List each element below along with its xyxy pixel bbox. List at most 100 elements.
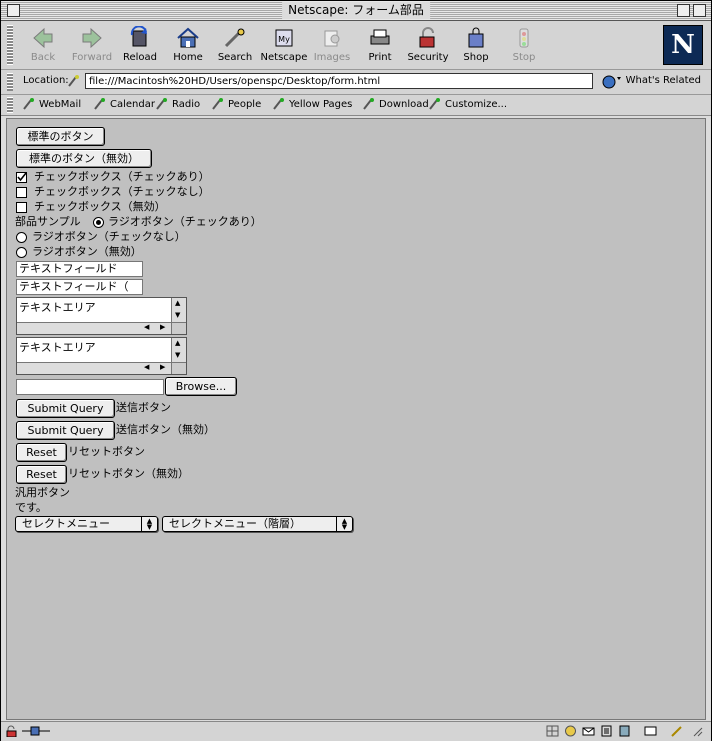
bookmark-yellow-pages[interactable]: Yellow Pages [273,98,352,110]
text-area-hscrollbar[interactable]: ◀ ▶ [17,322,172,334]
reset-button[interactable]: Reset [16,443,67,462]
radio-disabled-label: ラジオボタン（無効） [32,245,142,258]
location-bar: Location: file:///Macintosh%20HD/Users/o… [1,70,711,95]
scroll-left-arrow-icon[interactable]: ◀ [144,323,149,332]
bookmark-people[interactable]: People [212,98,261,110]
scroll-left-arrow-icon[interactable]: ◀ [144,363,149,372]
scroll-right-arrow-icon[interactable]: ▶ [160,363,165,372]
home-icon [177,27,199,48]
print-button[interactable]: Print [356,25,404,67]
scroll-down-arrow-icon[interactable]: ▼ [175,311,180,320]
window-title: Netscape: フォーム部品 [282,2,430,19]
standard-button-disabled[interactable]: 標準のボタン（無効） [16,149,152,168]
bookmark-icon [273,98,284,110]
select-arrows-icon: ▲ ▼ [336,517,352,531]
bookmark-label: Radio [172,99,201,110]
composer-component-icon[interactable] [600,725,613,737]
personal-grip[interactable] [7,97,13,113]
svg-text:My: My [278,35,290,44]
back-label: Back [30,52,56,63]
page-proxy-icon[interactable] [67,74,81,88]
stop-icon [519,28,529,48]
images-icon [324,30,340,47]
text-area-corner [171,322,186,334]
select-menu-value: セレクトメニュー [22,517,110,530]
reload-button[interactable]: Reload [116,25,164,67]
bookmark-download[interactable]: Download [363,98,429,110]
scroll-down-arrow-icon[interactable]: ▼ [175,351,180,360]
bookmark-webmail[interactable]: WebMail [23,98,81,110]
netscape-logo[interactable]: N [663,25,703,65]
reset-button-disabled[interactable]: Reset [16,465,67,484]
location-grip[interactable] [7,73,13,91]
checkbox-disabled-label: チェックボックス（無効） [34,200,166,213]
search-button[interactable]: Search [211,25,259,67]
text-area-disabled-hscrollbar[interactable]: ◀ ▶ [17,362,172,374]
select-menu-hierarchical[interactable]: セレクトメニュー（階層） ▲ ▼ [162,516,353,532]
stop-button[interactable]: Stop [500,25,548,67]
whats-related-icon[interactable] [601,74,621,89]
radio-unchecked[interactable] [16,232,27,243]
bookmark-calendar[interactable]: Calendar [94,98,155,110]
radio-checked-label: ラジオボタン（チェックあり） [108,215,262,228]
resize-grip-icon[interactable] [691,725,704,737]
radio-checked[interactable] [93,217,104,228]
grid-status-icon[interactable] [546,725,559,737]
images-button[interactable]: Images [308,25,356,67]
forward-button[interactable]: Forward [68,25,116,67]
text-field[interactable]: テキストフィールド [16,261,143,277]
navigator-component-icon[interactable] [564,725,577,737]
scroll-up-arrow-icon[interactable]: ▲ [175,299,180,308]
mail-component-icon[interactable] [582,725,595,737]
back-button[interactable]: Back [19,25,67,67]
security-button[interactable]: Security [404,25,452,67]
bookmark-label: Calendar [110,99,155,110]
zoom-box-icon[interactable] [677,4,690,17]
bookmark-customize[interactable]: Customize... [429,98,507,110]
scroll-right-arrow-icon[interactable]: ▶ [160,323,165,332]
close-box-icon[interactable] [7,4,20,17]
radio-disabled[interactable] [16,247,27,258]
checkbox-disabled[interactable] [16,202,27,213]
bookmark-icon [429,98,440,110]
edit-pencil-icon[interactable] [670,725,683,737]
netscape-label: Netscape [260,52,308,63]
checkbox-unchecked-label: チェックボックス（チェックなし） [34,185,210,198]
search-label: Search [217,52,253,63]
toolbar-grip[interactable] [7,25,13,65]
checkbox-checked[interactable] [16,172,27,183]
standard-button[interactable]: 標準のボタン [16,127,105,146]
netscape-button[interactable]: My Netscape [260,25,308,67]
bookmark-radio[interactable]: Radio [156,98,200,110]
text-area[interactable]: テキストエリア ▲ ▼ ◀ ▶ [16,297,187,335]
bookmark-icon [156,98,167,110]
select-menu[interactable]: セレクトメニュー ▲ ▼ [15,516,158,532]
collapse-box-icon[interactable] [693,4,706,17]
im-component-icon[interactable] [644,725,657,737]
bookmark-label: WebMail [39,99,82,110]
submit-button[interactable]: Submit Query [16,399,115,418]
text-area-disabled-value: テキストエリア [19,341,96,354]
security-lock-status-icon[interactable] [5,725,18,737]
navigation-toolbar: Back Forward Reload Home Search My Netsc… [1,21,711,70]
scroll-up-arrow-icon[interactable]: ▲ [175,339,180,348]
home-button[interactable]: Home [164,25,212,67]
whats-related-label[interactable]: What's Related [626,75,701,86]
status-bar [1,721,711,741]
text-area-vscrollbar[interactable]: ▲ ▼ [171,298,186,323]
submit-button-disabled[interactable]: Submit Query [16,421,115,440]
shop-button[interactable]: Shop [452,25,500,67]
text-area-disabled[interactable]: テキストエリア ▲ ▼ ◀ ▶ [16,337,187,375]
back-arrow-icon [33,27,53,49]
text-area-disabled-vscrollbar[interactable]: ▲ ▼ [171,338,186,363]
bookmark-icon [363,98,374,110]
bookmark-label: Customize... [445,99,508,110]
text-field-disabled[interactable]: テキストフィールド（ [16,279,143,295]
file-input[interactable] [16,379,164,395]
title-bar[interactable]: Netscape: フォーム部品 [1,1,711,21]
address-book-component-icon[interactable] [618,725,631,737]
checkbox-unchecked[interactable] [16,187,27,198]
browse-button[interactable]: Browse... [165,377,237,396]
location-url-input[interactable]: file:///Macintosh%20HD/Users/openspc/Des… [85,73,593,89]
home-label: Home [173,52,203,63]
